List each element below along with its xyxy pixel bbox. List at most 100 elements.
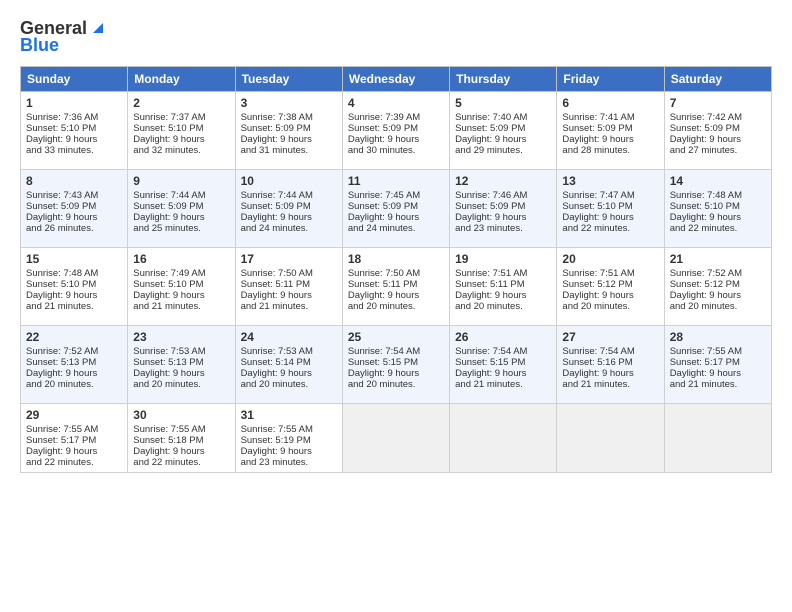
day-detail: Sunset: 5:09 PM	[455, 201, 551, 212]
day-detail: and 29 minutes.	[455, 145, 551, 156]
logo-blue: Blue	[20, 35, 59, 56]
day-detail: and 20 minutes.	[133, 379, 229, 390]
day-detail: Daylight: 9 hours	[562, 134, 658, 145]
day-number: 4	[348, 96, 444, 110]
calendar-week-row: 1Sunrise: 7:36 AMSunset: 5:10 PMDaylight…	[21, 92, 772, 170]
day-detail: Sunset: 5:09 PM	[241, 201, 337, 212]
day-detail: Sunset: 5:19 PM	[241, 435, 337, 446]
day-detail: Sunrise: 7:51 AM	[455, 268, 551, 279]
calendar-cell: 22Sunrise: 7:52 AMSunset: 5:13 PMDayligh…	[21, 326, 128, 404]
calendar-cell: 5Sunrise: 7:40 AMSunset: 5:09 PMDaylight…	[450, 92, 557, 170]
day-detail: Sunset: 5:11 PM	[241, 279, 337, 290]
day-detail: Sunrise: 7:37 AM	[133, 112, 229, 123]
page: General Blue SundayMondayTuesdayWednesda…	[0, 0, 792, 612]
day-number: 25	[348, 330, 444, 344]
day-detail: and 21 minutes.	[241, 301, 337, 312]
day-number: 16	[133, 252, 229, 266]
day-detail: Daylight: 9 hours	[241, 368, 337, 379]
day-detail: Sunset: 5:09 PM	[133, 201, 229, 212]
day-detail: Daylight: 9 hours	[26, 212, 122, 223]
day-detail: Sunrise: 7:55 AM	[241, 424, 337, 435]
calendar-cell	[342, 404, 449, 473]
day-detail: Daylight: 9 hours	[670, 134, 766, 145]
day-detail: Sunrise: 7:47 AM	[562, 190, 658, 201]
calendar-cell: 12Sunrise: 7:46 AMSunset: 5:09 PMDayligh…	[450, 170, 557, 248]
col-header-thursday: Thursday	[450, 67, 557, 92]
day-detail: Sunset: 5:13 PM	[133, 357, 229, 368]
day-detail: and 28 minutes.	[562, 145, 658, 156]
day-detail: Sunset: 5:09 PM	[455, 123, 551, 134]
day-detail: Daylight: 9 hours	[241, 446, 337, 457]
calendar-cell: 8 Sunrise: 7:43 AMSunset: 5:09 PMDaylight…	[21, 170, 128, 248]
logo-icon	[89, 19, 107, 37]
col-header-saturday: Saturday	[664, 67, 771, 92]
day-number: 6	[562, 96, 658, 110]
day-detail: Daylight: 9 hours	[562, 212, 658, 223]
day-detail: Daylight: 9 hours	[26, 290, 122, 301]
day-detail: Daylight: 9 hours	[670, 368, 766, 379]
col-header-tuesday: Tuesday	[235, 67, 342, 92]
day-detail: Daylight: 9 hours	[348, 134, 444, 145]
calendar-cell: 26Sunrise: 7:54 AMSunset: 5:15 PMDayligh…	[450, 326, 557, 404]
day-detail: Sunrise: 7:53 AM	[133, 346, 229, 357]
day-detail: and 25 minutes.	[133, 223, 229, 234]
day-number: 27	[562, 330, 658, 344]
day-detail: Daylight: 9 hours	[133, 368, 229, 379]
day-detail: Sunset: 5:15 PM	[455, 357, 551, 368]
day-number: 30	[133, 408, 229, 422]
day-detail: Sunrise: 7:43 AM	[26, 190, 122, 201]
calendar-cell: 15Sunrise: 7:48 AMSunset: 5:10 PMDayligh…	[21, 248, 128, 326]
calendar-cell: 30Sunrise: 7:55 AMSunset: 5:18 PMDayligh…	[128, 404, 235, 473]
day-number: 20	[562, 252, 658, 266]
day-detail: Daylight: 9 hours	[26, 368, 122, 379]
day-detail: Daylight: 9 hours	[455, 134, 551, 145]
day-detail: and 24 minutes.	[348, 223, 444, 234]
day-number: 23	[133, 330, 229, 344]
day-detail: Sunset: 5:10 PM	[133, 279, 229, 290]
day-detail: Daylight: 9 hours	[133, 212, 229, 223]
calendar-cell: 31Sunrise: 7:55 AMSunset: 5:19 PMDayligh…	[235, 404, 342, 473]
day-number: 24	[241, 330, 337, 344]
day-detail: Daylight: 9 hours	[670, 290, 766, 301]
header: General Blue	[20, 18, 772, 56]
day-detail: and 20 minutes.	[348, 301, 444, 312]
day-detail: Sunset: 5:15 PM	[348, 357, 444, 368]
day-detail: Daylight: 9 hours	[348, 290, 444, 301]
col-header-wednesday: Wednesday	[342, 67, 449, 92]
day-detail: Sunset: 5:10 PM	[562, 201, 658, 212]
day-detail: Sunset: 5:10 PM	[670, 201, 766, 212]
day-detail: Sunset: 5:09 PM	[562, 123, 658, 134]
day-number: 5	[455, 96, 551, 110]
day-detail: Sunset: 5:14 PM	[241, 357, 337, 368]
day-number: 15	[26, 252, 122, 266]
day-detail: and 22 minutes.	[133, 457, 229, 468]
day-detail: Sunrise: 7:50 AM	[348, 268, 444, 279]
day-detail: and 33 minutes.	[26, 145, 122, 156]
day-detail: Daylight: 9 hours	[241, 290, 337, 301]
calendar-cell: 24Sunrise: 7:53 AMSunset: 5:14 PMDayligh…	[235, 326, 342, 404]
calendar-cell: 16Sunrise: 7:49 AMSunset: 5:10 PMDayligh…	[128, 248, 235, 326]
day-detail: Sunset: 5:16 PM	[562, 357, 658, 368]
day-detail: Sunrise: 7:39 AM	[348, 112, 444, 123]
day-number: 8	[26, 174, 122, 188]
day-number: 3	[241, 96, 337, 110]
day-detail: Daylight: 9 hours	[455, 290, 551, 301]
calendar-cell: 2Sunrise: 7:37 AMSunset: 5:10 PMDaylight…	[128, 92, 235, 170]
day-detail: Sunrise: 7:54 AM	[348, 346, 444, 357]
day-detail: and 20 minutes.	[670, 301, 766, 312]
day-detail: Sunset: 5:12 PM	[562, 279, 658, 290]
day-detail: and 20 minutes.	[26, 379, 122, 390]
calendar-cell: 27Sunrise: 7:54 AMSunset: 5:16 PMDayligh…	[557, 326, 664, 404]
calendar-week-row: 8Sunrise: 7:43 AMSunset: 5:09 PMDaylight…	[21, 170, 772, 248]
day-detail: and 23 minutes.	[455, 223, 551, 234]
calendar-cell: 3Sunrise: 7:38 AMSunset: 5:09 PMDaylight…	[235, 92, 342, 170]
day-detail: Sunset: 5:09 PM	[26, 201, 122, 212]
day-detail: Daylight: 9 hours	[455, 212, 551, 223]
day-detail: Sunset: 5:17 PM	[26, 435, 122, 446]
day-detail: and 21 minutes.	[455, 379, 551, 390]
calendar-cell: 17Sunrise: 7:50 AMSunset: 5:11 PMDayligh…	[235, 248, 342, 326]
day-number: 7	[670, 96, 766, 110]
day-detail: Sunset: 5:11 PM	[455, 279, 551, 290]
calendar-cell: 1Sunrise: 7:36 AMSunset: 5:10 PMDaylight…	[21, 92, 128, 170]
day-number: 12	[455, 174, 551, 188]
